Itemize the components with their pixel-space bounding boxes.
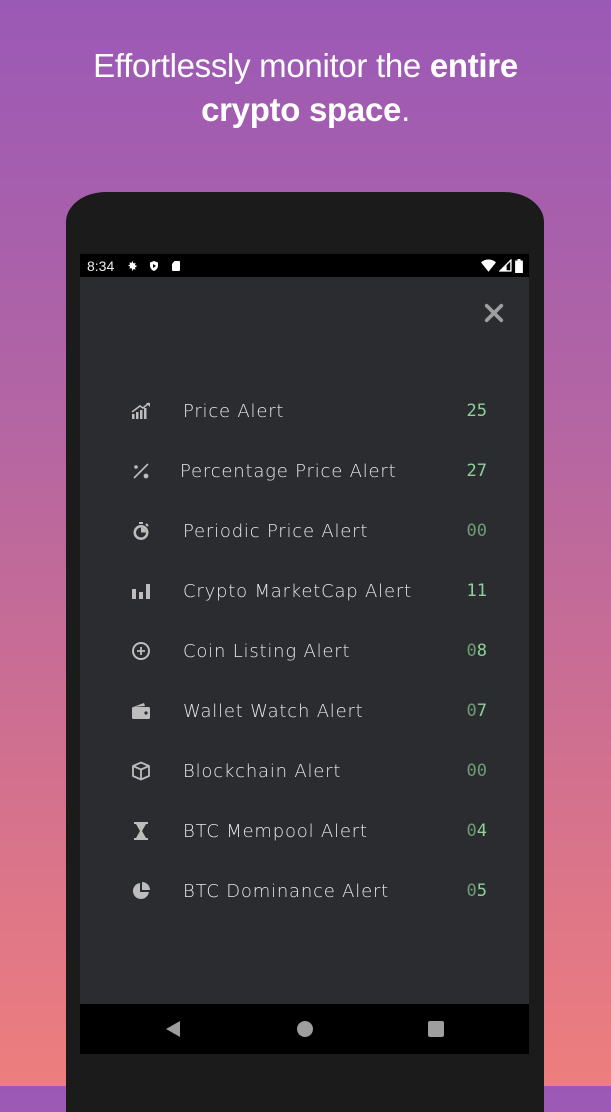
alert-count: 04	[466, 821, 488, 841]
navigation-bar	[80, 1004, 529, 1054]
stopwatch-icon	[130, 520, 152, 542]
trending-bars-icon	[130, 400, 152, 422]
alert-item-wallet[interactable]: Wallet Watch Alert 07	[80, 681, 529, 741]
alert-count: 07	[466, 701, 488, 721]
back-icon[interactable]	[164, 1020, 182, 1038]
phone-screen: 8:34 Price Alert 25 Percentage Price Ale…	[80, 254, 529, 1054]
alert-label: Wallet Watch Alert	[183, 700, 364, 722]
signal-icon	[499, 259, 512, 272]
alert-item-periodic[interactable]: Periodic Price Alert 00	[80, 501, 529, 561]
alert-count: 00	[466, 521, 487, 541]
alert-count: 25	[466, 401, 487, 421]
bar-chart-icon	[130, 580, 152, 602]
alert-label: BTC Dominance Alert	[183, 880, 390, 902]
cube-icon	[130, 760, 152, 782]
shield-play-icon	[150, 260, 159, 271]
alert-item-marketcap[interactable]: Crypto MarketCap Alert 11	[80, 561, 529, 621]
headline: Effortlessly monitor the entire crypto s…	[0, 44, 611, 132]
status-time: 8:34	[87, 257, 115, 274]
alert-list: Price Alert 25 Percentage Price Alert 27…	[80, 381, 529, 921]
headline-bold-1: entire	[429, 47, 518, 84]
headline-light: Effortlessly monitor the	[93, 47, 430, 84]
battery-icon	[515, 258, 523, 273]
alert-label: Price Alert	[183, 400, 285, 422]
alert-item-price[interactable]: Price Alert 25	[80, 381, 529, 441]
close-button[interactable]	[483, 302, 505, 324]
pie-chart-icon	[130, 880, 152, 902]
alert-item-coin-listing[interactable]: Coin Listing Alert 08	[80, 621, 529, 681]
alert-label: Percentage Price Alert	[180, 460, 397, 482]
status-bar: 8:34	[80, 254, 529, 277]
alert-label: Periodic Price Alert	[183, 520, 369, 542]
headline-bold-2: crypto space	[201, 91, 402, 128]
alert-item-percentage[interactable]: Percentage Price Alert 27	[80, 441, 529, 501]
wallet-icon	[130, 700, 152, 722]
sd-card-icon	[172, 260, 181, 271]
wifi-icon	[481, 259, 496, 272]
alert-count: 00	[466, 761, 487, 781]
home-icon[interactable]	[296, 1020, 314, 1038]
add-circle-icon	[130, 640, 152, 662]
alert-label: Coin Listing Alert	[183, 640, 351, 662]
alert-label: Blockchain Alert	[183, 760, 342, 782]
alert-count: 05	[466, 881, 488, 901]
alert-item-mempool[interactable]: BTC Mempool Alert 04	[80, 801, 529, 861]
alert-count: 08	[466, 641, 488, 661]
alert-count: 11	[466, 581, 487, 601]
alert-item-dominance[interactable]: BTC Dominance Alert 05	[80, 861, 529, 921]
alert-label: BTC Mempool Alert	[183, 820, 368, 842]
recents-icon[interactable]	[427, 1020, 445, 1038]
headline-period: .	[401, 91, 410, 128]
alert-item-blockchain[interactable]: Blockchain Alert 00	[80, 741, 529, 801]
gear-icon	[128, 261, 137, 270]
hourglass-icon	[130, 820, 152, 842]
alert-label: Crypto MarketCap Alert	[183, 580, 412, 602]
alert-count: 27	[466, 461, 487, 481]
percent-icon	[130, 460, 152, 482]
